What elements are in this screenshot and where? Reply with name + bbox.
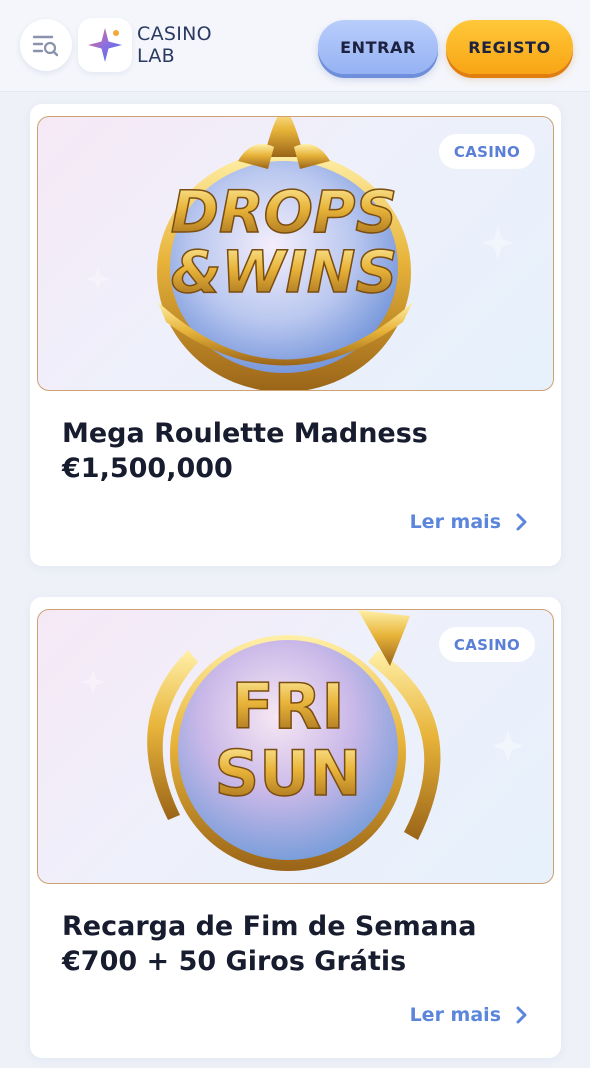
read-more-label: Ler mais	[409, 511, 501, 533]
chevron-right-icon	[516, 1006, 527, 1024]
promo-title-line-2: €1,500,000	[62, 453, 233, 484]
promo-title: Recarga de Fim de Semana €700 + 50 Giros…	[62, 909, 532, 979]
casino-lab-logo[interactable]: CASINO LAB	[78, 18, 233, 74]
category-badge: CASINO	[438, 134, 535, 169]
banner-text-line-1: DROPS	[171, 178, 397, 246]
register-button[interactable]: REGISTO	[446, 20, 573, 74]
logo-wordmark: CASINO LAB	[137, 23, 237, 67]
promo-card: FRI SUN CASINO Recarga de Fim de Semana …	[30, 597, 561, 1058]
banner-text-line-1: FRI	[231, 670, 344, 743]
promo-banner-image[interactable]: DROPS &WINS CASINO	[37, 116, 554, 391]
category-badge: CASINO	[438, 627, 535, 662]
header: CASINO LAB ENTRAR REGISTO	[0, 0, 590, 92]
logo-star-icon	[78, 18, 132, 72]
banner-text-line-2: SUN	[215, 737, 362, 810]
logo-line-1: CASINO	[137, 23, 212, 45]
banner-text-line-2: &WINS	[171, 238, 397, 306]
promo-title-line-1: Mega Roulette Madness	[62, 418, 428, 449]
read-more-label: Ler mais	[409, 1004, 501, 1026]
promo-title-line-1: Recarga de Fim de Semana	[62, 911, 477, 942]
menu-button[interactable]	[20, 19, 72, 71]
menu-search-icon	[32, 35, 59, 57]
login-button[interactable]: ENTRAR	[318, 20, 438, 74]
logo-line-2: LAB	[137, 45, 175, 67]
promo-banner-image[interactable]: FRI SUN CASINO	[37, 609, 554, 884]
promo-title-line-2: €700 + 50 Giros Grátis	[62, 946, 407, 977]
promo-title: Mega Roulette Madness €1,500,000	[62, 416, 532, 486]
read-more-link[interactable]: Ler mais	[410, 1004, 529, 1026]
promo-card: DROPS &WINS CASINO Mega Roulette Madness…	[30, 104, 561, 566]
chevron-right-icon	[516, 513, 527, 531]
read-more-link[interactable]: Ler mais	[410, 511, 529, 533]
